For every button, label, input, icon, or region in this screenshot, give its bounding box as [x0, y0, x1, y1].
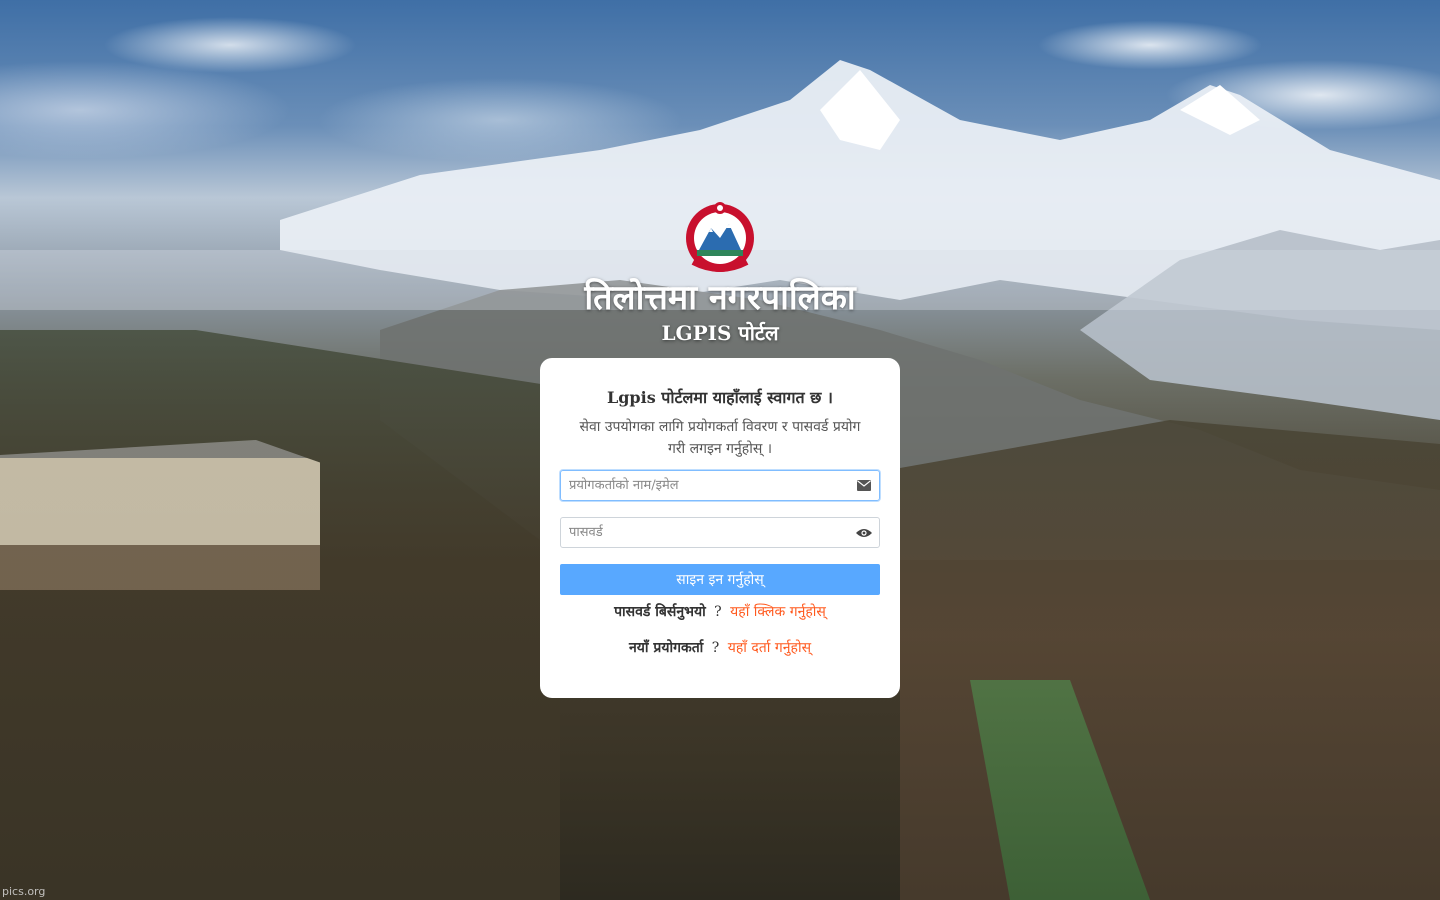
new-user-label: नयाँ प्रयोगकर्ता: [628, 640, 704, 656]
village-houses: [0, 440, 320, 590]
eye-icon[interactable]: [849, 528, 879, 538]
forgot-password-row: पासवर्ड बिर्सनुभयो ? यहाँ क्लिक गर्नुहोस…: [560, 601, 880, 623]
register-link[interactable]: यहाँ दर्ता गर्नुहोस्: [728, 640, 811, 656]
image-credit: pics.org: [2, 885, 46, 898]
forgot-password-label: पासवर्ड बिर्सनुभयो: [614, 604, 706, 620]
username-field: [560, 470, 880, 501]
organization-title: तिलोत्तमा नगरपालिका: [584, 278, 856, 318]
nepal-emblem-icon: [679, 200, 761, 276]
forgot-password-question-mark: ?: [714, 604, 722, 620]
login-description: सेवा उपयोगका लागि प्रयोगकर्ता विवरण र पा…: [579, 419, 861, 457]
username-input[interactable]: [561, 471, 849, 500]
welcome-message: Lgpis पोर्टलमा याहाँलाई स्वागत छ ।: [606, 388, 833, 407]
portal-header: तिलोत्तमा नगरपालिका LGPIS पोर्टल: [0, 200, 1440, 346]
forgot-password-link[interactable]: यहाँ क्लिक गर्नुहोस्: [730, 604, 826, 620]
login-card: Lgpis पोर्टलमा याहाँलाई स्वागत छ । सेवा …: [540, 358, 900, 698]
portal-title: LGPIS पोर्टल: [661, 321, 779, 345]
password-field: [560, 517, 880, 548]
password-input[interactable]: [561, 518, 849, 547]
terraced-hills-left: [0, 330, 560, 900]
new-user-question-mark: ?: [711, 640, 720, 656]
signin-button[interactable]: साइन इन गर्नुहोस्: [560, 564, 880, 595]
login-page: तिलोत्तमा नगरपालिका LGPIS पोर्टल Lgpis प…: [0, 0, 1440, 900]
envelope-icon: [849, 480, 879, 491]
terraced-hills-right: [900, 420, 1440, 900]
new-user-row: नयाँ प्रयोगकर्ता ? यहाँ दर्ता गर्नुहोस्: [560, 637, 880, 659]
